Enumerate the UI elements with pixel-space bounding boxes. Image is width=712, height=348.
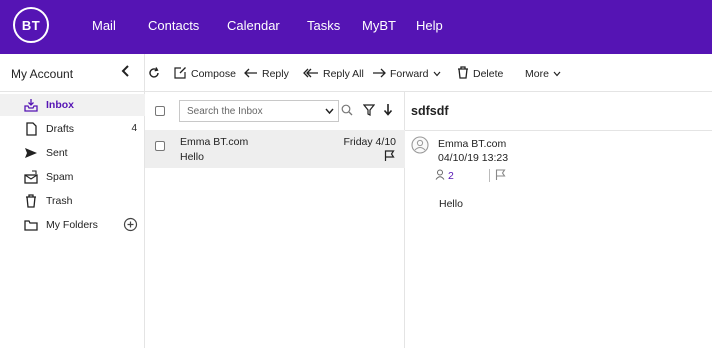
flag-icon[interactable] (495, 169, 506, 184)
message-list-pane: Search the Inbox Emma BT.com Hello Frida… (145, 92, 405, 348)
sidebar-item-drafts[interactable]: Drafts 4 (0, 118, 145, 140)
reply-button[interactable]: Reply (244, 66, 289, 82)
divider (489, 169, 490, 182)
sidebar-item-my-folders[interactable]: My Folders (0, 214, 145, 236)
refresh-icon (148, 66, 160, 82)
message-body: Hello (439, 198, 463, 210)
sidebar-item-inbox[interactable]: Inbox (0, 94, 145, 116)
sidebar-item-label: Drafts (46, 123, 75, 135)
sender-name[interactable]: Emma BT.com (438, 138, 506, 150)
sidebar-item-sent[interactable]: Sent (0, 142, 145, 164)
drafts-count: 4 (131, 123, 137, 134)
add-folder-icon[interactable] (123, 217, 138, 232)
recipients-count: 2 (448, 170, 454, 182)
forward-label: Forward (390, 68, 429, 80)
search-box[interactable]: Search the Inbox (179, 100, 339, 122)
message-subject-heading: sdfsdf (411, 104, 449, 118)
compose-icon (174, 66, 187, 82)
sidebar-item-label: Inbox (46, 99, 74, 111)
filter-icon[interactable] (362, 104, 376, 119)
message-list-header: Search the Inbox (145, 92, 405, 130)
sidebar-item-label: My Folders (46, 219, 98, 231)
forward-icon (372, 67, 386, 82)
reply-all-label: Reply All (323, 68, 364, 80)
collapse-sidebar-icon[interactable] (120, 64, 130, 81)
delete-button[interactable]: Delete (457, 66, 503, 82)
nav-tasks[interactable]: Tasks (307, 18, 340, 33)
sort-down-icon[interactable] (383, 103, 393, 119)
reply-label: Reply (262, 68, 289, 80)
trash-icon (457, 66, 469, 82)
nav-mail[interactable]: Mail (92, 18, 116, 33)
sidebar-item-label: Trash (46, 195, 73, 207)
chevron-down-icon (433, 68, 441, 80)
sent-icon (24, 146, 38, 160)
more-label: More (525, 68, 549, 80)
compose-label: Compose (191, 68, 236, 80)
nav-calendar[interactable]: Calendar (227, 18, 280, 33)
message-checkbox[interactable] (155, 141, 165, 151)
recipients-toggle[interactable]: 2 (435, 169, 454, 183)
message-date: Friday 4/10 (343, 136, 396, 148)
sidebar-header: My Account (0, 54, 145, 92)
person-icon (435, 169, 445, 183)
spam-icon (24, 170, 38, 184)
nav-contacts[interactable]: Contacts (148, 18, 199, 33)
compose-button[interactable]: Compose (174, 66, 236, 82)
search-options-chevron-icon[interactable] (325, 106, 334, 118)
forward-button[interactable]: Forward (372, 66, 441, 82)
avatar (411, 136, 429, 154)
chevron-down-icon (553, 68, 561, 80)
refresh-button[interactable] (148, 66, 160, 82)
trash-icon (24, 194, 38, 208)
sidebar-item-spam[interactable]: Spam (0, 166, 145, 188)
sidebar-item-trash[interactable]: Trash (0, 190, 145, 212)
nav-help[interactable]: Help (416, 18, 443, 33)
flag-icon[interactable] (384, 150, 395, 165)
toolbar: Compose Reply Reply All Forward Delete M… (145, 54, 712, 92)
search-icon[interactable] (341, 104, 353, 119)
message-row[interactable]: Emma BT.com Hello Friday 4/10 (145, 130, 405, 168)
drafts-icon (24, 122, 38, 136)
folder-icon (24, 218, 38, 232)
delete-label: Delete (473, 68, 504, 80)
reply-all-button[interactable]: Reply All (303, 66, 364, 82)
nav-mybt[interactable]: MyBT (362, 18, 396, 33)
top-bar: BT Mail Contacts Calendar Tasks MyBT Hel… (0, 0, 712, 54)
reading-pane: sdfsdf Emma BT.com 04/10/19 13:23 2 Hell… (405, 92, 712, 348)
divider (405, 130, 712, 131)
reply-all-icon (303, 67, 319, 82)
bt-logo[interactable]: BT (13, 7, 49, 43)
more-button[interactable]: More (525, 66, 561, 82)
message-timestamp: 04/10/19 13:23 (438, 152, 509, 164)
sidebar: My Account Inbox Drafts 4 Sent Spam Tras… (0, 54, 145, 348)
message-subject: Hello (180, 151, 204, 163)
reply-icon (244, 67, 258, 82)
sidebar-title: My Account (11, 67, 74, 81)
search-input[interactable]: Search the Inbox (187, 106, 263, 117)
sidebar-item-label: Spam (46, 171, 74, 183)
inbox-icon (24, 98, 38, 112)
message-sender: Emma BT.com (180, 136, 249, 148)
select-all-checkbox[interactable] (155, 106, 165, 116)
sidebar-item-label: Sent (46, 147, 68, 159)
